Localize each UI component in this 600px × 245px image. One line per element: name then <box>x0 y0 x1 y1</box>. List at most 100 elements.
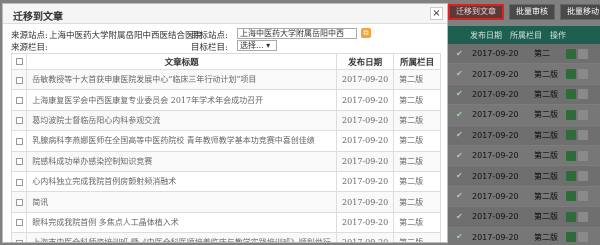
source-site-label: 来源站点: <box>11 31 48 41</box>
bg-row-check-icon[interactable]: ✔ <box>456 90 464 98</box>
row-checkbox[interactable] <box>15 199 23 207</box>
edit-icon[interactable] <box>566 109 576 120</box>
bg-row-column: 第二版 <box>534 69 558 79</box>
table-row[interactable]: 简讯 2017-09-20 第二版 <box>10 191 441 213</box>
edit-icon[interactable] <box>566 211 576 222</box>
delete-icon[interactable] <box>578 211 588 222</box>
row-date: 2017-09-20 <box>336 232 395 242</box>
delete-icon[interactable] <box>578 171 588 182</box>
header-date: 发布日期 <box>336 53 395 70</box>
table-row[interactable]: 葛均波院士督临岳阳心内科参观交流 2017-09-20 第二版 <box>10 109 441 132</box>
row-date: 2017-09-20 <box>336 150 395 172</box>
bg-row-date: 2017-09-20 <box>472 191 519 201</box>
bg-table-row: ✔ 2017-09-20 第二版 <box>448 105 600 126</box>
article-table: 文章标题 发布日期 所属栏目 岳敏教授等十大首获申康医院发展中心“临床三年行动计… <box>10 53 441 242</box>
bg-row-check-icon[interactable]: ✔ <box>456 212 464 221</box>
row-title: 院感科成功举办感染控制知识竞赛 <box>26 150 338 172</box>
bg-row-check-icon[interactable]: ✔ <box>456 151 464 160</box>
bg-row-actions <box>566 211 588 222</box>
move-to-article-button[interactable]: 迁移到文章 <box>448 4 504 20</box>
delete-icon[interactable] <box>578 150 588 161</box>
batch-move-button[interactable]: 批量移动 <box>560 4 600 20</box>
bg-row-date: 2017-09-20 <box>472 49 519 59</box>
source-column-label: 来源栏目: <box>11 43 48 53</box>
select-all-checkbox[interactable] <box>15 57 23 65</box>
bg-row-check-icon[interactable]: ✔ <box>456 49 464 58</box>
delete-icon[interactable] <box>578 48 588 59</box>
row-checkbox-cell <box>10 211 28 234</box>
edit-icon[interactable] <box>566 89 576 100</box>
bg-toolbar: 迁移到文章 批量审核 批量移动 <box>448 4 600 22</box>
table-row[interactable]: 上海康复医学会中西医康复专业委员会 2017年学术年会成功召开 2017-09-2… <box>10 89 441 111</box>
source-site-value: 上海中医药大学附属岳阳中西医结合医院 <box>49 31 203 41</box>
edit-icon[interactable] <box>566 48 576 59</box>
table-row[interactable]: 上海市中医全科师资培训班 暨《中医全科医师培养临床与教学实践培训班》顺利举行 20… <box>10 232 441 242</box>
row-checkbox-cell <box>10 170 28 193</box>
bg-row-date: 2017-09-20 <box>472 171 519 181</box>
row-checkbox[interactable] <box>15 137 23 145</box>
row-checkbox[interactable] <box>15 178 23 186</box>
bg-row-date: 2017-09-20 <box>472 232 519 242</box>
row-checkbox-cell <box>10 150 28 172</box>
close-button[interactable]: × <box>430 7 443 20</box>
row-title: 眼科完成我院首例 多焦点人工晶体植入术 <box>26 211 338 234</box>
row-title: 葛均波院士督临岳阳心内科参观交流 <box>26 109 338 132</box>
edit-icon[interactable] <box>566 130 576 141</box>
row-title: 乳腺病科李燕娜医师在全国高等中医药院校 青年教师教学基本功竞赛中喜创佳绩 <box>26 130 338 152</box>
bg-table-row: ✔ 2017-09-20 第二版 <box>448 166 600 187</box>
row-checkbox[interactable] <box>15 158 23 166</box>
row-title: 上海康复医学会中西医康复专业委员会 2017年学术年会成功召开 <box>26 89 338 111</box>
edit-icon[interactable] <box>566 171 576 182</box>
edit-icon[interactable] <box>566 69 576 80</box>
row-checkbox[interactable] <box>15 117 23 125</box>
bg-row-date: 2017-09-20 <box>472 212 519 222</box>
row-date: 2017-09-20 <box>336 211 395 234</box>
row-checkbox[interactable] <box>15 97 23 105</box>
bg-row-check-icon[interactable]: ✔ <box>456 70 464 78</box>
bg-header-column: 所属栏目 <box>510 30 542 40</box>
row-checkbox-cell <box>10 68 28 91</box>
bg-row-check-icon[interactable]: ✔ <box>456 192 464 200</box>
bg-row-column: 第二版 <box>534 212 558 222</box>
bg-row-check-icon[interactable]: ✔ <box>456 131 464 139</box>
row-checkbox[interactable] <box>15 239 23 242</box>
table-row[interactable]: 岳敏教授等十大首获申康医院发展中心“临床三年行动计划”项目 2017-09-20 第… <box>10 68 441 91</box>
delete-icon[interactable] <box>578 130 588 141</box>
select-all-cell <box>10 53 28 70</box>
table-row[interactable]: 乳腺病科李燕娜医师在全国高等中医药院校 青年教师教学基本功竞赛中喜创佳绩 2017… <box>10 130 441 152</box>
bg-row-actions <box>566 130 588 141</box>
dialog-header: 迁移到文章 × <box>3 4 447 24</box>
delete-icon[interactable] <box>578 89 588 100</box>
row-category: 第二版 <box>393 130 441 152</box>
bg-header-date: 发布日期 <box>470 30 502 40</box>
delete-icon[interactable] <box>578 69 588 80</box>
target-site-field[interactable]: 上海中医药大学附属岳阳中西 <box>237 28 357 39</box>
site-picker-icon[interactable]: ⧉ <box>361 28 371 38</box>
row-checkbox-cell <box>10 232 28 242</box>
bg-row-check-icon[interactable]: ✔ <box>456 172 464 180</box>
edit-icon[interactable] <box>566 191 576 202</box>
bg-row-column: 第二版 <box>534 171 558 181</box>
header-title: 文章标题 <box>26 53 338 70</box>
delete-icon[interactable] <box>578 232 588 243</box>
table-row[interactable]: 院感科成功举办感染控制知识竞赛 2017-09-20 第二版 <box>10 150 441 172</box>
row-category: 第二版 <box>393 170 441 193</box>
edit-icon[interactable] <box>566 232 576 243</box>
table-row[interactable]: 眼科完成我院首例 多焦点人工晶体植入术 2017-09-20 第二版 <box>10 211 441 234</box>
row-date: 2017-09-20 <box>336 191 395 213</box>
batch-review-button[interactable]: 批量审核 <box>509 4 555 20</box>
bg-table-row: ✔ 2017-09-20 第二版 <box>448 125 600 146</box>
row-checkbox[interactable] <box>15 76 23 84</box>
row-date: 2017-09-20 <box>336 130 395 152</box>
row-checkbox[interactable] <box>15 219 23 227</box>
edit-icon[interactable] <box>566 150 576 161</box>
bg-row-actions <box>566 69 588 80</box>
target-column-select[interactable]: 选择... ▾ <box>237 40 277 51</box>
delete-icon[interactable] <box>578 191 588 202</box>
table-row[interactable]: 心内科独立完成我院首例房颤射频消融术 2017-09-20 第二版 <box>10 170 441 193</box>
bg-row-column: 第二版 <box>534 151 558 161</box>
bg-row-check-icon[interactable]: ✔ <box>456 233 464 241</box>
bg-row-check-icon[interactable]: ✔ <box>456 110 464 119</box>
delete-icon[interactable] <box>578 109 588 120</box>
row-checkbox-cell <box>10 89 28 111</box>
